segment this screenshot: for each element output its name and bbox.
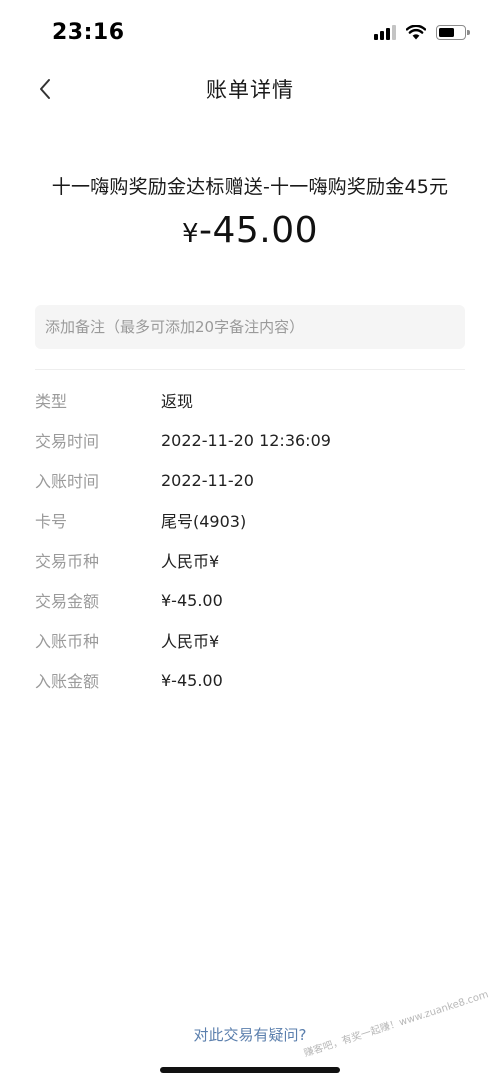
detail-label: 入账时间 xyxy=(35,472,100,491)
status-icons xyxy=(374,24,470,40)
detail-label: 交易金额 xyxy=(35,592,100,611)
detail-label: 卡号 xyxy=(35,512,68,531)
detail-value: 返现 xyxy=(161,392,194,411)
watermark: 赚客吧，有奖一起赚！www.zuanke8.com xyxy=(302,989,490,1060)
detail-value: 2022-11-20 12:36:09 xyxy=(161,430,331,450)
cellular-signal-icon xyxy=(374,24,396,40)
detail-row-transaction-currency: 交易币种 人民币¥ xyxy=(35,540,465,580)
currency-symbol: ¥ xyxy=(181,219,199,249)
detail-row-posting-time: 入账时间 2022-11-20 xyxy=(35,460,465,500)
detail-label: 交易币种 xyxy=(35,552,100,571)
detail-value: ¥-45.00 xyxy=(161,670,223,690)
detail-row-card-number: 卡号 尾号(4903) xyxy=(35,500,465,540)
detail-label: 交易时间 xyxy=(35,432,100,451)
detail-label: 类型 xyxy=(35,392,68,411)
nav-bar: 账单详情 xyxy=(0,64,500,114)
detail-value: 人民币¥ xyxy=(161,552,220,571)
amount-value: -45.00 xyxy=(198,210,319,251)
status-bar: 23:16 xyxy=(0,0,500,64)
battery-icon xyxy=(436,24,470,40)
wifi-icon xyxy=(406,24,426,39)
detail-label: 入账金额 xyxy=(35,672,100,691)
detail-row-transaction-amount: 交易金额 ¥-45.00 xyxy=(35,580,465,620)
detail-label: 入账币种 xyxy=(35,632,100,651)
transaction-title: 十一嗨购奖励金达标赠送-十一嗨购奖励金45元 xyxy=(51,176,449,198)
detail-row-type: 类型 返现 xyxy=(35,380,465,420)
detail-list: 类型 返现 交易时间 2022-11-20 12:36:09 入账时间 2022… xyxy=(35,380,465,700)
detail-row-posting-amount: 入账金额 ¥-45.00 xyxy=(35,660,465,700)
detail-value: ¥-45.00 xyxy=(161,590,223,610)
bill-detail-screen: 23:16 账单详情 十一嗨购奖励金达标赠送-十一嗨购奖励金45元 ¥-45.0… xyxy=(0,0,500,1083)
status-time: 23:16 xyxy=(52,20,125,45)
transaction-amount: ¥-45.00 xyxy=(0,210,500,251)
detail-value: 2022-11-20 xyxy=(161,470,254,490)
divider xyxy=(35,369,465,370)
detail-value: 人民币¥ xyxy=(161,632,220,651)
note-input[interactable] xyxy=(35,305,465,349)
detail-row-transaction-time: 交易时间 2022-11-20 12:36:09 xyxy=(35,420,465,460)
home-indicator[interactable] xyxy=(160,1067,340,1073)
transaction-help-link[interactable]: 对此交易有疑问? xyxy=(0,1024,500,1045)
detail-row-posting-currency: 入账币种 人民币¥ xyxy=(35,620,465,660)
detail-value: 尾号(4903) xyxy=(161,512,247,531)
page-title: 账单详情 xyxy=(206,78,294,102)
